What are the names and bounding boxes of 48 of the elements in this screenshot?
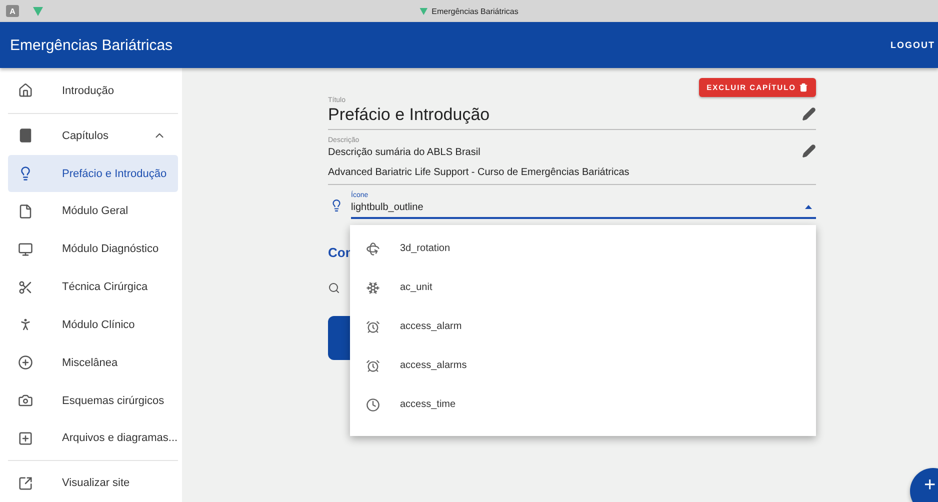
sidebar-item[interactable]: Módulo Clínico [8,306,178,344]
sidebar-item[interactable]: Prefácio e Introdução [8,154,178,192]
camera-icon [18,393,33,408]
snowflake-icon [366,280,380,294]
trash-icon [799,83,808,92]
sidebar-item[interactable]: Técnica Cirúrgica [8,268,178,306]
scissors-icon [18,280,33,295]
sidebar-item[interactable]: Introdução [8,72,178,110]
menu-option[interactable]: ac_unit [350,268,816,307]
sidebar-item[interactable]: Módulo Diagnóstico [8,230,178,268]
tab-badge: A [6,5,19,17]
description-line[interactable]: Advanced Bariatric Life Support - Curso de Emergências Bariátricas [328,164,796,184]
home-icon [18,83,33,98]
menu-option[interactable]: 3d_rotation [350,229,816,268]
edit-icon[interactable] [802,144,816,158]
person-icon [18,317,33,332]
add-button[interactable]: + [910,468,938,502]
title-value[interactable]: Prefácio e Introdução [328,104,796,129]
menu-option[interactable]: access_time [350,385,816,424]
lightbulb-icon [18,166,33,182]
external-link-icon [18,476,33,491]
caret-up-icon [805,205,812,209]
menu-option[interactable]: access_alarm [350,307,816,346]
clock-icon [366,398,380,412]
sidebar-item[interactable]: Esquemas cirúrgicos [8,382,178,420]
alarm-icon [366,358,380,372]
sidebar-item[interactable]: Arquivos e diagramas... [8,419,178,458]
add-stack-icon [18,430,33,446]
sidebar-group[interactable]: Capítulos [8,116,178,155]
alarm-icon [366,320,380,334]
lightbulb-icon [330,199,343,212]
file-icon [18,204,33,219]
sidebar-item[interactable]: Miscelânea [8,344,178,382]
menu-option[interactable]: access_alarms [350,346,816,385]
book-icon [18,128,33,144]
logout-button[interactable]: LOGOUT [890,34,935,56]
description-line[interactable]: Descrição sumária do ABLS Brasil [328,144,796,164]
app-title: Emergências Bariátricas [10,36,173,54]
rotate-3d-icon [366,242,380,256]
tab-title: Emergências Bariátricas [432,6,518,16]
triangle-logo-icon [33,6,43,16]
monitor-icon [18,242,33,257]
edit-icon[interactable] [802,107,816,121]
search-icon [328,282,340,294]
triangle-logo-icon [420,8,428,14]
sidebar-item[interactable]: Módulo Geral [8,192,178,230]
sidebar-item[interactable]: Visualizar site [8,464,178,502]
plus-circle-icon [18,355,33,370]
